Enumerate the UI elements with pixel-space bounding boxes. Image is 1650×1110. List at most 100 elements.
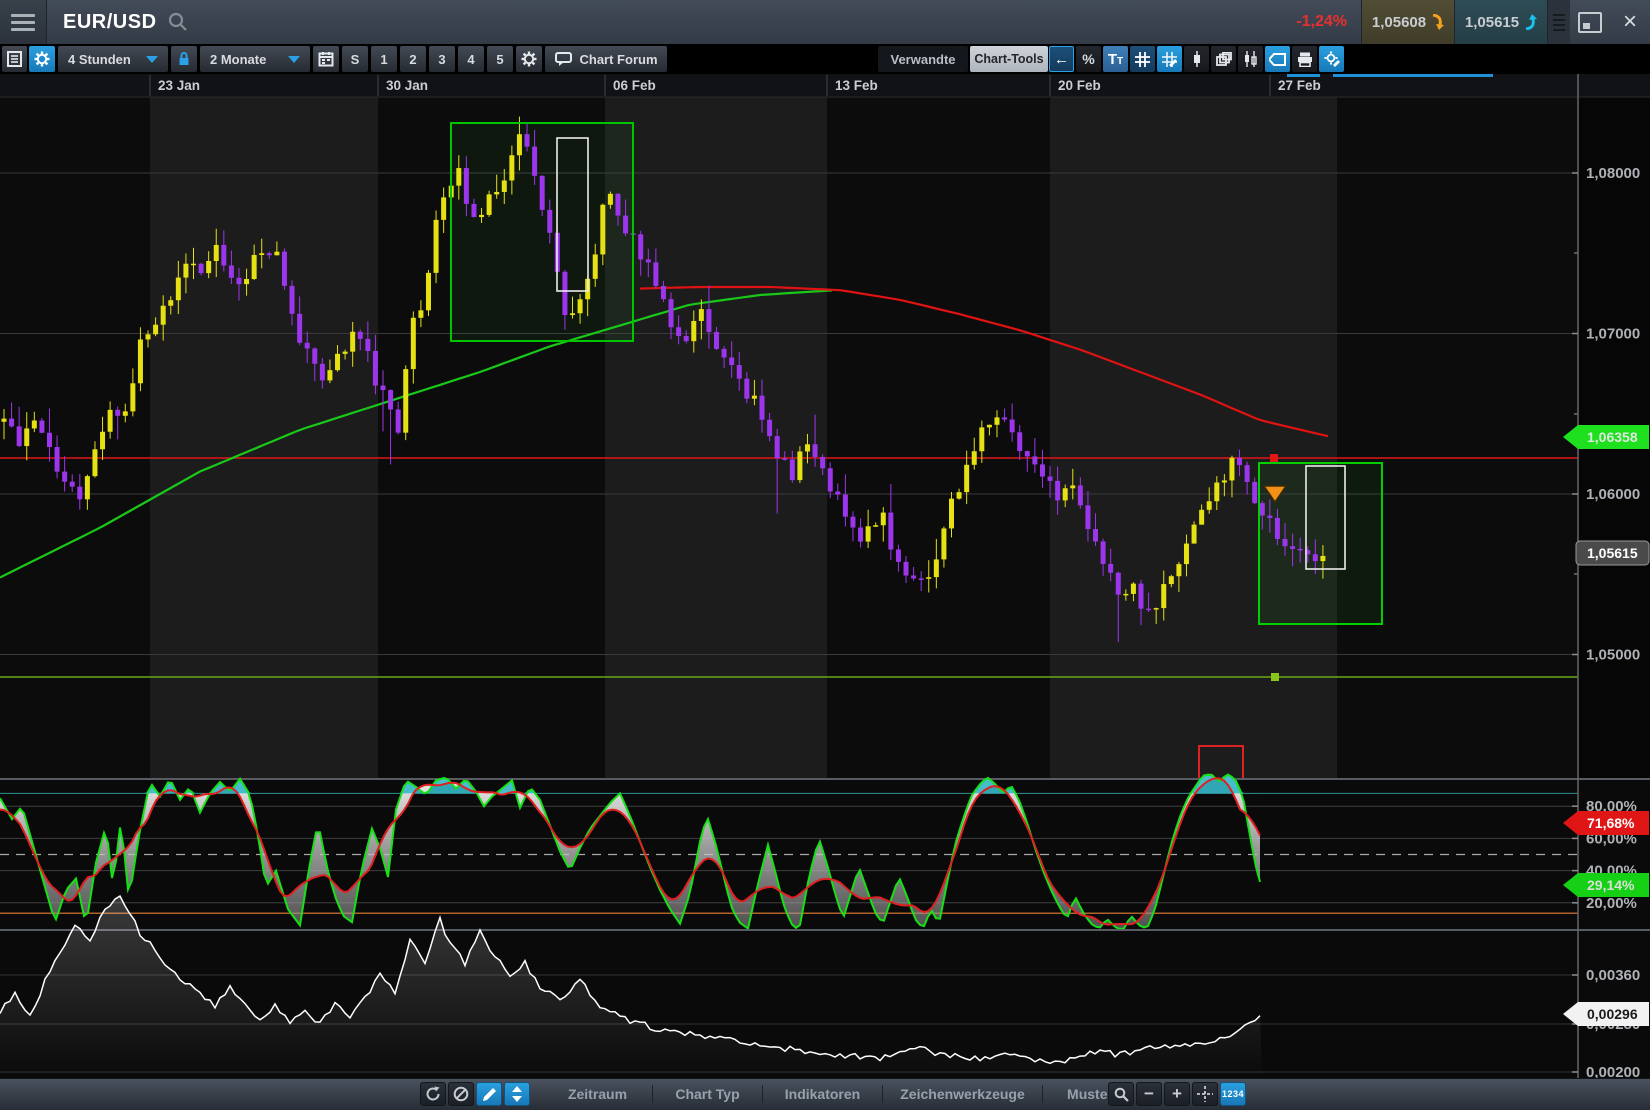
menu-label: Zeitraum: [568, 1086, 627, 1102]
range-dropdown[interactable]: 2 Monate: [200, 46, 310, 72]
speed-button-2[interactable]: 2: [400, 46, 426, 72]
menu-label: Indikatoren: [785, 1086, 860, 1102]
sell-price-button[interactable]: 1,05608: [1361, 0, 1454, 44]
grid-pencil-icon: [1162, 52, 1177, 67]
hamburger-menu-button[interactable]: [0, 0, 47, 44]
interval-value: 4 Stunden: [68, 52, 131, 67]
close-button[interactable]: ×: [1610, 0, 1650, 44]
print-button[interactable]: [1292, 46, 1317, 72]
crosshair-button[interactable]: [1192, 1082, 1218, 1106]
grid-edit-button[interactable]: [1157, 46, 1182, 72]
slash-circle-icon: [453, 1086, 469, 1102]
news-list-button[interactable]: [2, 46, 27, 72]
scale-mode-button[interactable]: [504, 1082, 530, 1106]
crosshair-icon: [1197, 1086, 1213, 1102]
line-handle-dot[interactable]: [1270, 454, 1278, 462]
date-label: 30 Jan: [386, 78, 428, 93]
date-label: 20 Feb: [1058, 78, 1101, 93]
svg-text:71,68%: 71,68%: [1587, 815, 1635, 831]
menu-zeitraum[interactable]: Zeitraum: [545, 1082, 650, 1106]
percent-scale-button[interactable]: %: [1076, 46, 1101, 72]
chevron-down-icon: [288, 56, 300, 63]
plus-icon: +: [1172, 1084, 1182, 1104]
axis-label: 20,00%: [1586, 895, 1637, 912]
candle-type-button[interactable]: [1184, 46, 1209, 72]
undo-button[interactable]: ←: [1049, 46, 1074, 72]
tool-settings-button[interactable]: [1319, 46, 1344, 72]
eraser-icon: [1269, 53, 1286, 66]
calendar-icon: [318, 51, 334, 67]
refresh-icon: [425, 1086, 441, 1102]
tab-verwandte[interactable]: Verwandte: [878, 46, 968, 72]
arrow-up-icon: [1524, 14, 1537, 30]
lock-button[interactable]: [171, 46, 197, 72]
up-down-arrows-icon: [510, 1086, 524, 1102]
axis-label: 1,07000: [1586, 326, 1640, 343]
disable-drawings-button[interactable]: [448, 1082, 474, 1106]
percent-icon: %: [1082, 51, 1094, 67]
arrow-down-icon: [1431, 14, 1444, 30]
text-tool-button[interactable]: TT: [1103, 46, 1128, 72]
buy-price-button[interactable]: 1,05615: [1454, 0, 1547, 44]
date-label: 23 Jan: [158, 78, 200, 93]
tab-label: Verwandte: [890, 52, 955, 67]
zoom-out-button[interactable]: −: [1136, 1082, 1162, 1106]
menu-label: Zeichenwerkzeuge: [900, 1086, 1025, 1102]
tab-chart-tools[interactable]: Chart-Tools: [970, 46, 1048, 72]
compare-button[interactable]: [1238, 46, 1263, 72]
calendar-button[interactable]: [313, 46, 339, 72]
draw-button[interactable]: [476, 1082, 502, 1106]
axis-label: 1,06000: [1586, 486, 1640, 503]
menu-indikatoren[interactable]: Indikatoren: [765, 1082, 880, 1106]
speed-label: 2: [409, 52, 416, 67]
chart-forum-button[interactable]: Chart Forum: [545, 46, 667, 72]
list-icon: [7, 51, 22, 67]
chart-settings-button[interactable]: [29, 46, 55, 72]
drag-grip[interactable]: [1547, 0, 1570, 44]
range-value: 2 Monate: [210, 52, 266, 67]
zoom-select-button[interactable]: [1108, 1082, 1134, 1106]
windows-button[interactable]: [1211, 46, 1236, 72]
refresh-button[interactable]: [420, 1082, 446, 1106]
chart-forum-label: Chart Forum: [580, 52, 658, 67]
menu-label: Muster: [1067, 1086, 1113, 1102]
zoom-in-button[interactable]: +: [1164, 1082, 1190, 1106]
axis-label: 1,05000: [1586, 647, 1640, 664]
speed-label: 5: [496, 52, 503, 67]
speed-button-1[interactable]: 1: [371, 46, 397, 72]
svg-text:0,00296: 0,00296: [1587, 1006, 1638, 1022]
menu-chart-typ[interactable]: Chart Typ: [655, 1082, 760, 1106]
speed-button-s[interactable]: S: [342, 46, 368, 72]
speed-button-4[interactable]: 4: [458, 46, 484, 72]
show-values-button[interactable]: 1234: [1220, 1082, 1246, 1106]
axis-label: 1,08000: [1586, 165, 1640, 182]
drawing-box-fill: [451, 123, 633, 341]
svg-text:1,05615: 1,05615: [1587, 545, 1638, 561]
current-price-tag: 1,05615: [1576, 541, 1649, 565]
close-icon: ×: [1623, 8, 1637, 36]
values-badge: 1234: [1222, 1089, 1244, 1099]
speed-button-3[interactable]: 3: [429, 46, 455, 72]
interval-dropdown[interactable]: 4 Stunden: [58, 46, 168, 72]
tab-label: Chart-Tools: [974, 52, 1043, 66]
popout-button[interactable]: [1570, 0, 1610, 44]
settings-button[interactable]: [516, 46, 542, 72]
grid-button[interactable]: [1130, 46, 1155, 72]
axis-label: 0,00360: [1586, 967, 1640, 984]
svg-text:29,14%: 29,14%: [1587, 877, 1635, 893]
speed-button-5[interactable]: 5: [487, 46, 513, 72]
gear-icon: [521, 51, 537, 67]
date-axis: 23 Jan30 Jan06 Feb13 Feb20 Feb27 Feb: [0, 74, 1650, 97]
search-icon[interactable]: [167, 0, 189, 44]
speed-label: 3: [438, 52, 445, 67]
line-handle-dot[interactable]: [1271, 673, 1279, 681]
date-label: 27 Feb: [1278, 78, 1321, 93]
sell-price: 1,05608: [1372, 14, 1426, 31]
symbol-title: EUR/USD: [63, 0, 157, 44]
popout-icon: [1578, 12, 1602, 33]
chart-canvas[interactable]: 23 Jan30 Jan06 Feb13 Feb20 Feb27 Feb1,08…: [0, 74, 1650, 1078]
chart-toolbar: 4 Stunden 2 Monate S 1 2 3 4 5 Chart For…: [0, 45, 1650, 73]
title-bar: EUR/USD -1,24% 1,05608 1,05615 ×: [0, 0, 1650, 44]
menu-zeichenwerkzeuge[interactable]: Zeichenwerkzeuge: [885, 1082, 1040, 1106]
eraser-button[interactable]: [1265, 46, 1290, 72]
